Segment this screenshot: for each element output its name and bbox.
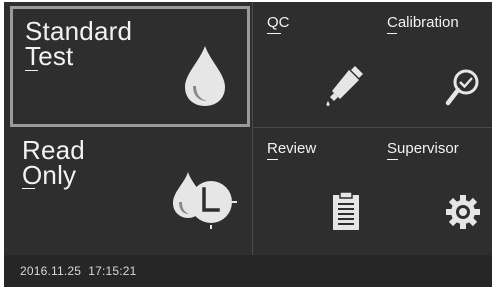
hotkey-underline [387,159,398,160]
review-tile[interactable]: Review [253,128,371,255]
qc-tile[interactable]: QC [253,2,371,127]
drop-icon [185,46,225,106]
hotkey-underline [267,159,278,160]
hotkey-underline [25,70,38,71]
hotkey-underline [267,33,281,34]
supervisor-label: Supervisor [387,140,459,157]
drop-clock-icon [173,172,237,229]
gear-icon [446,195,480,229]
main-menu-screen: Standard Test Read Only QC Calibration R… [4,2,492,287]
calibration-label: Calibration [387,14,459,31]
magnifier-check-icon [445,69,479,106]
qc-label: QC [267,14,290,31]
datetime-display: 2016.11.25 17:15:21 [20,264,137,278]
standard-test-tile[interactable]: Standard Test [10,6,250,127]
dropper-icon [326,66,363,106]
standard-test-label: Standard Test [25,16,133,71]
review-label: Review [267,140,317,157]
hotkey-underline [387,33,397,34]
hotkey-underline [22,188,35,189]
status-bar: 2016.11.25 17:15:21 [4,255,492,287]
supervisor-tile[interactable]: Supervisor [373,128,492,255]
read-only-tile[interactable]: Read Only [10,130,250,251]
read-only-label: Read Only [22,135,85,190]
calibration-tile[interactable]: Calibration [373,2,492,127]
clipboard-icon [333,191,359,230]
